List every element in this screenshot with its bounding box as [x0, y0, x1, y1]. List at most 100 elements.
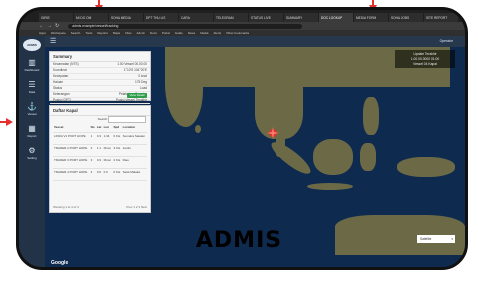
summary-value: 1.00 Vessel 00.00.00	[117, 62, 147, 66]
column-header[interactable]: Lat	[95, 124, 103, 133]
summary-value: 175 Deg	[134, 80, 147, 84]
bookmark-item[interactable]: Media	[200, 31, 208, 35]
vessel-marker-icon[interactable]	[266, 126, 280, 140]
browser-tab[interactable]: STATUS LIVE	[249, 13, 283, 22]
reload-icon[interactable]: ↻	[55, 22, 59, 30]
column-header[interactable]: Lon	[102, 124, 113, 133]
sidebar-item-data[interactable]: ☰ Data	[19, 80, 45, 98]
sidebar-item-dashboard[interactable]: ▥ Dashboard	[19, 58, 45, 76]
table-cell: LINDA V1 PORT HOPE	[53, 132, 90, 145]
sidebar-item-label: Data	[28, 90, 36, 94]
report-icon: ▦	[28, 124, 36, 133]
browser-tab[interactable]: DOC LOOKUP	[319, 13, 353, 22]
table-cell: 2 Kts	[112, 156, 122, 169]
table-cell: Selat Malaka	[121, 168, 147, 181]
pager-info: Showing 1 to 4 of 4	[53, 205, 79, 209]
summary-value: Posisi Vessel Terakhir	[116, 98, 147, 102]
sidebar-item-label: Setting	[27, 156, 37, 160]
url-field[interactable]: admis.example/vessel/tracking	[68, 23, 303, 29]
land-sulawesi	[360, 143, 376, 171]
land-sri-lanka	[195, 125, 201, 133]
table-cell: TRADER 2 PORT HOPE	[53, 144, 90, 157]
summary-key: Koordinat	[53, 68, 67, 72]
browser-tab[interactable]: SUMMARY	[284, 13, 318, 22]
column-header[interactable]: Vessel	[53, 124, 90, 133]
browser-tab[interactable]: MEDIA FORM	[354, 13, 388, 22]
user-name[interactable]: Operator	[440, 39, 453, 43]
summary-value: 0 knot	[138, 74, 147, 78]
setting-icon: ⚙	[28, 146, 36, 155]
summary-value: 1°10'S 104°20'E	[123, 68, 147, 72]
summary-key: Haluan	[53, 80, 64, 84]
table-cell: 0.3	[95, 132, 103, 145]
table-row[interactable]: LINDA V1 PORT HOPE 1 0.3 1.34 6 Kts Sumatra S…	[53, 132, 147, 145]
browser-tab[interactable]: GIRIS	[39, 13, 73, 22]
summary-key: Kecepatan	[53, 74, 69, 78]
table-cell: 0.0	[102, 168, 113, 181]
sidebar-item-label: Dashboard	[24, 68, 40, 72]
sidebar-item-report[interactable]: ▦ Report	[19, 124, 45, 142]
table-row[interactable]: TRADER 3 PORT HOPE 3 0.9 Mnon 2 Kts Riau	[53, 156, 147, 169]
arrow-right-side	[6, 118, 13, 126]
sidebar-item-setting[interactable]: ⚙ Setting	[19, 146, 45, 164]
column-header[interactable]: Location	[121, 124, 147, 133]
land-new-guinea	[397, 157, 455, 177]
table-cell: 1.34	[102, 132, 113, 145]
bookmark-item[interactable]: Other bookmarks	[226, 31, 249, 35]
bookmark-item[interactable]: Files	[125, 31, 131, 35]
bookmark-item[interactable]: Maps	[113, 31, 120, 35]
column-header[interactable]: Spd	[112, 124, 122, 133]
table-cell: 0 Kts	[112, 168, 122, 181]
vessel-table-panel: Daftar Kapal Search: Vessel No Lat Lon Spd Lo…	[49, 105, 151, 213]
bookmark-item[interactable]: Search	[71, 31, 81, 35]
browser-tab[interactable]: CARA	[179, 13, 213, 22]
forward-icon[interactable]: →	[47, 22, 52, 30]
bookmark-item[interactable]: News	[188, 31, 196, 35]
land-sumatra	[267, 137, 315, 179]
table-row[interactable]: TRADER 4 PORT HOPE 4 0.5 0.0 0 Kts Selat Mala…	[53, 168, 147, 181]
bookmark-item[interactable]: Reports	[97, 31, 108, 35]
search-input[interactable]	[108, 116, 146, 123]
view-detail-button[interactable]: View Detail	[127, 93, 147, 98]
table-cell: 1.1	[95, 144, 103, 157]
bookmark-item[interactable]: Alerts	[213, 31, 221, 35]
vessel-table-wrap: Vessel No Lat Lon Spd Location LINDA V1 PORT …	[53, 124, 147, 181]
summary-key: Kecamatan (NTS)	[53, 62, 79, 66]
sidebar-item-vessel[interactable]: ⚓ Vessel	[19, 102, 45, 120]
bookmark-item[interactable]: Portal	[162, 31, 170, 35]
bookmark-item[interactable]: Guide	[175, 31, 183, 35]
overlay-line-3: Vessel 04 Kapal	[413, 62, 437, 66]
bookmark-item[interactable]: Workspace	[51, 31, 66, 35]
back-icon[interactable]: ←	[39, 22, 44, 30]
data-icon: ☰	[28, 80, 36, 89]
land-borneo	[313, 139, 353, 175]
menu-icon[interactable]: ☰	[50, 37, 56, 46]
table-cell: 0.5	[95, 168, 103, 181]
bookmark-item[interactable]: Apps	[39, 31, 46, 35]
browser-tab[interactable]: DPT THU LIS	[144, 13, 178, 22]
bookmark-item[interactable]: Docs	[150, 31, 157, 35]
vessel-table: Vessel No Lat Lon Spd Location LINDA V1 PORT …	[53, 124, 147, 181]
bookmark-item[interactable]: Admin	[137, 31, 146, 35]
pager: Showing 1 to 4 of 4 Prev 1 2 3 Next	[53, 204, 147, 210]
table-cell: Mnon	[102, 144, 113, 157]
tab-bar: GIRIS MI DO OM SOHA MEDIA DPT THU LIS CARA TE…	[19, 10, 465, 22]
summary-title: Summary	[50, 52, 150, 62]
table-row[interactable]: TRADER 2 PORT HOPE 2 1.1 Mnon 3 Kts Jambi	[53, 144, 147, 157]
app-logo: ADMIS	[23, 39, 41, 51]
top-header: ☰ Operator	[45, 36, 465, 47]
sidebar-item-label: Report	[27, 134, 37, 138]
table-cell: 6 Kts	[112, 132, 122, 145]
browser-tab[interactable]: TELEGRAM	[214, 13, 248, 22]
bookmark-item[interactable]: Tools	[85, 31, 92, 35]
browser-tab[interactable]: SITE REPORT	[424, 13, 458, 22]
table-cell: 3 Kts	[112, 144, 122, 157]
land-philippines	[363, 97, 379, 135]
browser-tab[interactable]: SOHA JOBS	[389, 13, 423, 22]
browser-tab[interactable]: MI DO OM	[74, 13, 108, 22]
table-cell: 0.9	[95, 156, 103, 169]
browser-tab[interactable]: SOHA MEDIA	[109, 13, 143, 22]
pager-controls[interactable]: Prev 1 2 3 Next	[126, 205, 147, 209]
dashboard-icon: ▥	[28, 58, 36, 67]
vessel-table-title: Daftar Kapal	[50, 106, 150, 116]
